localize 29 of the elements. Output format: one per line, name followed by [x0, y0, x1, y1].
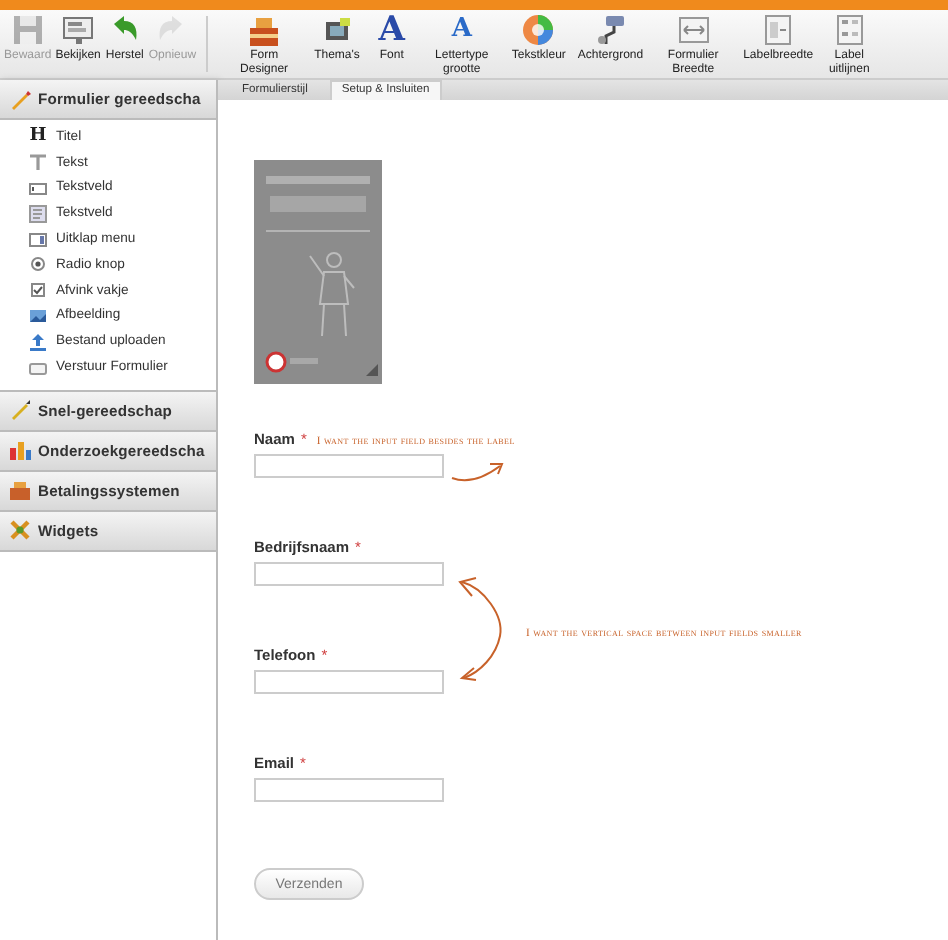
submit-button-icon	[28, 357, 48, 378]
text-field-icon	[28, 177, 48, 198]
save-icon	[9, 12, 46, 48]
input-field[interactable]	[254, 454, 444, 478]
upload-icon	[28, 331, 48, 352]
dropdown-icon	[28, 229, 48, 250]
heading-icon: H	[28, 126, 48, 147]
text-icon	[28, 152, 48, 173]
color-wheel-icon	[520, 12, 557, 48]
image-icon	[28, 305, 48, 326]
text-area-icon	[28, 203, 48, 224]
input-field[interactable]	[254, 778, 444, 802]
pencil-icon	[8, 87, 32, 111]
font-size-icon: A	[451, 12, 472, 48]
label-align-icon	[831, 12, 868, 48]
font-icon: A	[378, 12, 405, 48]
curved-arrow	[458, 577, 502, 681]
curved-arrow	[451, 463, 504, 482]
paint-roller-icon	[592, 12, 629, 48]
toolbox-icon	[246, 12, 283, 48]
bar-chart-icon	[8, 438, 32, 463]
pencil-icon	[8, 398, 32, 423]
input-field[interactable]	[254, 670, 444, 694]
tools-icon	[8, 518, 32, 543]
input-field[interactable]	[254, 562, 444, 586]
form-width-icon	[675, 12, 712, 48]
preview-icon	[60, 12, 97, 48]
checkbox-icon	[28, 280, 48, 301]
radio-icon	[28, 254, 48, 275]
